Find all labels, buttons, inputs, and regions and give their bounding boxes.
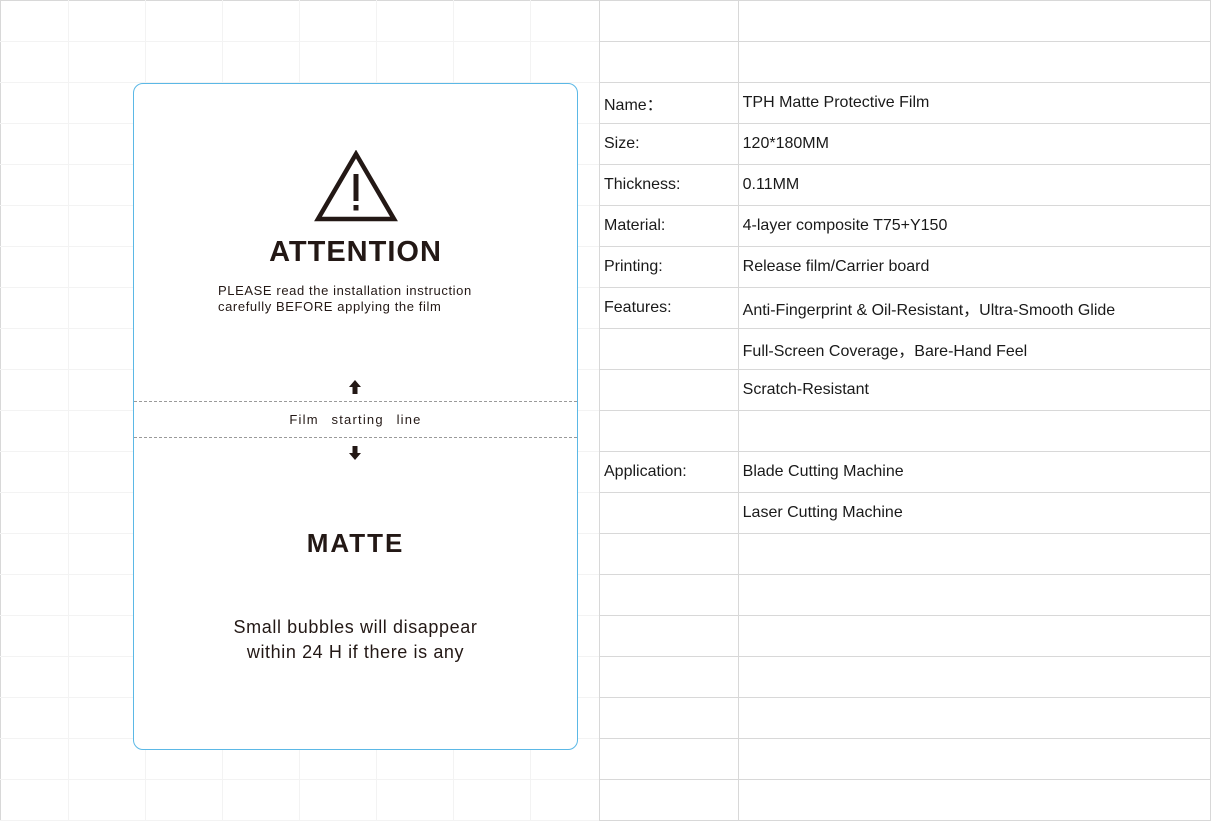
film-starting-line-label: Film starting line — [289, 412, 422, 427]
spec-row: Scratch-Resistant — [599, 368, 1211, 411]
instruction-line-1: PLEASE read the installation instruction — [218, 283, 472, 298]
spec-row: Full-Screen Coverage，Bare-Hand Feel — [599, 327, 1211, 370]
spec-row — [599, 573, 1211, 616]
spec-value-cell[interactable] — [737, 655, 1211, 698]
spec-value-cell[interactable]: Full-Screen Coverage，Bare-Hand Feel — [737, 327, 1211, 370]
spec-label-cell[interactable] — [599, 409, 739, 452]
spec-value-cell[interactable]: TPH Matte Protective Film — [737, 81, 1211, 124]
spec-label-cell[interactable] — [599, 737, 739, 780]
spec-row — [599, 655, 1211, 698]
spec-value-cell[interactable] — [737, 696, 1211, 739]
spec-row — [599, 696, 1211, 739]
spec-value-cell[interactable] — [737, 409, 1211, 452]
instruction-line-2: carefully BEFORE applying the film — [218, 299, 442, 314]
spec-value-cell[interactable] — [737, 532, 1211, 575]
spec-value-cell[interactable]: Anti-Fingerprint & Oil-Resistant，Ultra-S… — [737, 286, 1211, 329]
spec-row — [599, 614, 1211, 657]
spec-label-cell[interactable]: Features: — [599, 286, 739, 329]
spec-label-cell[interactable] — [599, 0, 739, 42]
spec-label-cell[interactable] — [599, 40, 739, 83]
spec-value-cell[interactable]: Blade Cutting Machine — [737, 450, 1211, 493]
dashed-line-top — [134, 401, 577, 402]
spec-row: Material: 4-layer composite T75+Y150 — [599, 204, 1211, 247]
spec-row: Size: 120*180MM — [599, 122, 1211, 165]
spec-label-cell[interactable] — [599, 491, 739, 534]
spec-label-cell[interactable] — [599, 614, 739, 657]
spec-value-cell[interactable] — [737, 573, 1211, 616]
spec-row — [599, 0, 1211, 42]
spec-row — [599, 778, 1211, 821]
spec-value-cell[interactable]: Laser Cutting Machine — [737, 491, 1211, 534]
spec-label-cell[interactable] — [599, 368, 739, 411]
spec-label-cell[interactable]: Printing: — [599, 245, 739, 288]
spec-row — [599, 532, 1211, 575]
spec-row: Laser Cutting Machine — [599, 491, 1211, 534]
spec-label-cell[interactable]: Material: — [599, 204, 739, 247]
spec-label-cell[interactable]: Thickness: — [599, 163, 739, 206]
bubbles-note: Small bubbles will disappear within 24 H… — [134, 615, 577, 665]
spec-row — [599, 737, 1211, 780]
spec-row: Name： TPH Matte Protective Film — [599, 81, 1211, 124]
bubbles-line-1: Small bubbles will disappear — [233, 617, 478, 637]
spec-label-cell[interactable]: Application: — [599, 450, 739, 493]
bubbles-line-2: within 24 H if there is any — [246, 642, 465, 662]
spec-value-cell[interactable] — [737, 40, 1211, 83]
spec-label-cell[interactable]: Size: — [599, 122, 739, 165]
spec-table: Name： TPH Matte Protective Film Size: 120*1… — [599, 0, 1211, 821]
spec-value-cell[interactable] — [737, 737, 1211, 780]
finish-heading: MATTE — [306, 528, 405, 558]
dashed-line-bottom — [134, 437, 577, 438]
spec-label-cell[interactable] — [599, 573, 739, 616]
spec-label-cell[interactable] — [599, 655, 739, 698]
spec-label-cell[interactable] — [599, 532, 739, 575]
spec-value-cell[interactable] — [737, 614, 1211, 657]
spec-value-cell[interactable]: Release film/Carrier board — [737, 245, 1211, 288]
spec-value-cell[interactable] — [737, 0, 1211, 42]
spec-label-cell[interactable] — [599, 778, 739, 821]
warning-triangle-icon — [314, 150, 398, 222]
attention-heading: ATTENTION — [269, 236, 442, 268]
spec-value-cell[interactable] — [737, 778, 1211, 821]
grid-line — [68, 0, 69, 821]
spec-row: Features: Anti-Fingerprint & Oil-Resistan… — [599, 286, 1211, 329]
spec-row: Thickness: 0.11MM — [599, 163, 1211, 206]
arrow-up-icon — [349, 380, 361, 394]
spec-label-cell[interactable]: Name： — [599, 81, 739, 124]
spec-row: Printing: Release film/Carrier board — [599, 245, 1211, 288]
spec-value-cell[interactable]: 0.11MM — [737, 163, 1211, 206]
installation-instruction: PLEASE read the installation instruction… — [218, 283, 472, 315]
spec-value-cell[interactable]: 4-layer composite T75+Y150 — [737, 204, 1211, 247]
spec-label-cell[interactable] — [599, 696, 739, 739]
spec-row — [599, 409, 1211, 452]
spec-value-cell[interactable]: Scratch-Resistant — [737, 368, 1211, 411]
arrow-down-icon — [349, 446, 361, 460]
spec-label-cell[interactable] — [599, 327, 739, 370]
product-label-card: ATTENTION PLEASE read the installation i… — [133, 83, 578, 750]
spec-row — [599, 40, 1211, 83]
spec-value-cell[interactable]: 120*180MM — [737, 122, 1211, 165]
spec-row: Application: Blade Cutting Machine — [599, 450, 1211, 493]
